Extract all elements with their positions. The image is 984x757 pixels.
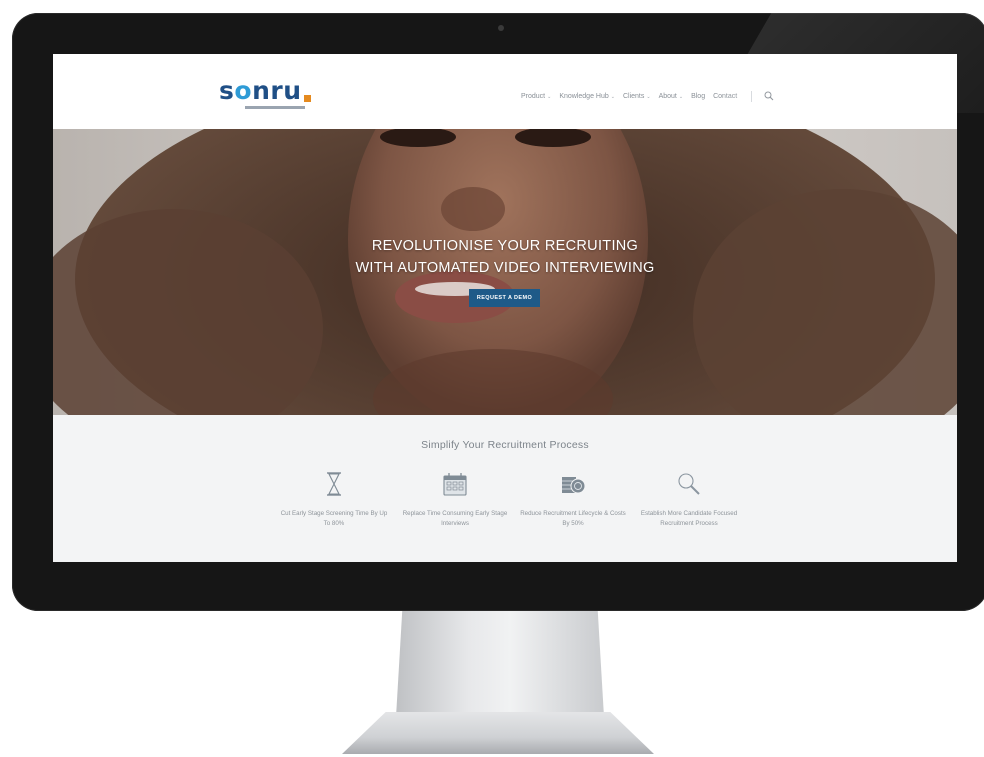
chevron-down-icon: ⌄: [646, 93, 651, 100]
nav-item-blog[interactable]: Blog: [691, 93, 705, 100]
logo-wordmark: sonru: [219, 76, 339, 106]
feature-item: Replace Time Consuming Early Stage Inter…: [401, 471, 509, 529]
nav-item-label: Knowledge Hub: [559, 92, 609, 100]
monitor-stand-base: [342, 712, 654, 754]
camera-dot: [498, 25, 504, 31]
logo-tagline-strip: [245, 106, 305, 109]
nav-item-label: About: [658, 92, 677, 100]
feature-text: Establish More Candidate Focused Recruit…: [640, 510, 738, 527]
monitor-bezel: sonru Product ⌄ Knowledge Hub ⌄ Clients ⌄ A…: [12, 13, 984, 611]
nav-item-clients[interactable]: Clients ⌄: [623, 93, 651, 100]
website-screen: sonru Product ⌄ Knowledge Hub ⌄ Clients ⌄ A…: [53, 54, 957, 562]
feature-text: Cut Early Stage Screening Time By Up To …: [280, 510, 388, 527]
chevron-down-icon: ⌄: [547, 93, 552, 100]
site-header: sonru Product ⌄ Knowledge Hub ⌄ Clients ⌄ A…: [53, 54, 957, 129]
hourglass-icon: [327, 472, 341, 496]
nav-divider: [751, 90, 753, 102]
feature-item: Cut Early Stage Screening Time By Up To …: [280, 471, 388, 529]
features-section: Simplify Your Recruitment Process Cut Ea…: [53, 415, 957, 562]
logo-accent-square: [304, 95, 311, 102]
nav-item-knowledge-hub[interactable]: Knowledge Hub ⌄: [559, 93, 615, 100]
feature-text: Reduce Recruitment Lifecycle & Costs By …: [520, 510, 626, 527]
nav-item-product[interactable]: Product ⌄: [521, 93, 551, 100]
main-navigation: Product ⌄ Knowledge Hub ⌄ Clients ⌄ About ⌄ …: [521, 88, 774, 104]
hero-banner: REVOLUTIONISE YOUR RECRUITING WITH AUTOM…: [53, 129, 957, 415]
logo-letters-b: nru: [252, 76, 302, 105]
logo-letter-ring: o: [234, 76, 253, 105]
nav-item-about[interactable]: About ⌄: [659, 93, 684, 100]
logo-letters-a: s: [219, 76, 235, 105]
nav-item-contact[interactable]: Contact: [713, 93, 737, 100]
coins-icon: [562, 477, 586, 494]
magnifier-icon: [678, 473, 700, 495]
feature-item: Establish More Candidate Focused Recruit…: [635, 471, 743, 529]
chevron-down-icon: ⌄: [678, 93, 684, 100]
calendar-icon: [443, 473, 467, 496]
feature-text: Replace Time Consuming Early Stage Inter…: [402, 510, 508, 527]
monitor-stand-neck: [396, 611, 604, 717]
request-demo-button[interactable]: REQUEST A DEMO: [469, 289, 540, 307]
nav-item-label: Product: [521, 92, 546, 100]
hero-headline-line-1: REVOLUTIONISE YOUR RECRUITING: [371, 238, 639, 254]
hero-headline-line-2: WITH AUTOMATED VIDEO INTERVIEWING: [355, 260, 655, 276]
feature-item: Reduce Recruitment Lifecycle & Costs By …: [519, 471, 627, 529]
chevron-down-icon: ⌄: [610, 93, 615, 100]
search-icon[interactable]: [764, 91, 774, 101]
nav-item-label: Clients: [622, 92, 645, 100]
sonru-logo[interactable]: sonru: [219, 76, 339, 116]
section-title: Simplify Your Recruitment Process: [421, 439, 589, 451]
hero-headline: REVOLUTIONISE YOUR RECRUITING WITH AUTOM…: [53, 235, 957, 279]
